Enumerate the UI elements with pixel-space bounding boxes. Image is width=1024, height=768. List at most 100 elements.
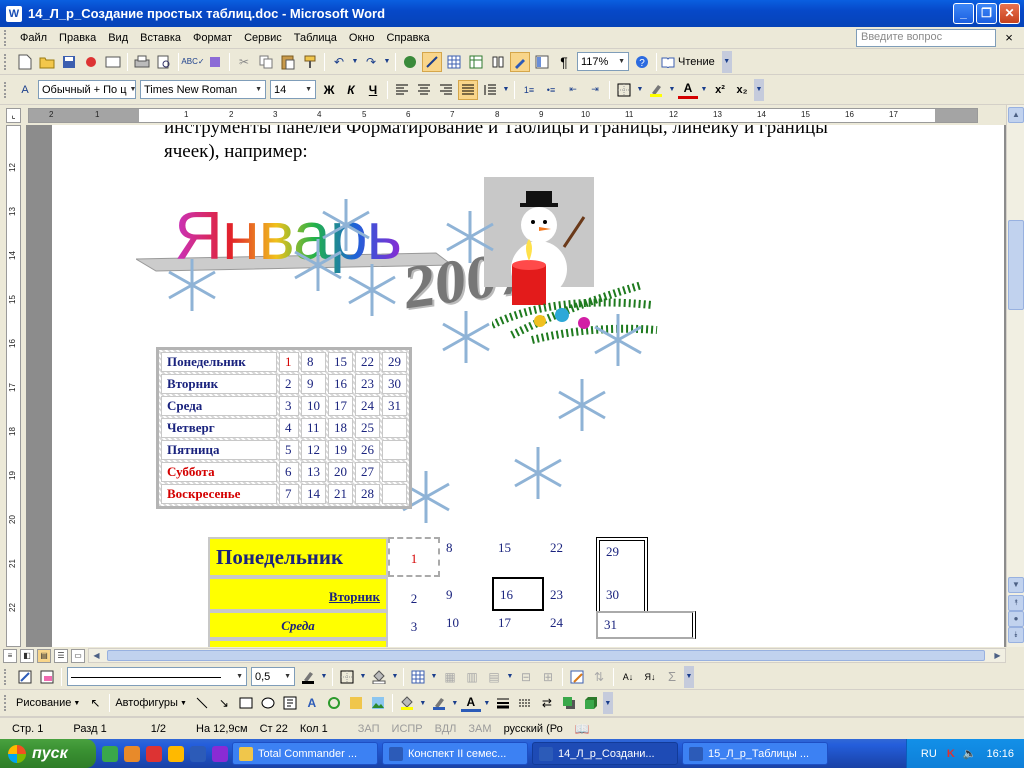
- task-tables-document[interactable]: 15_Л_р_Таблицы ...: [682, 742, 828, 765]
- styles-pane-icon[interactable]: A: [15, 80, 35, 100]
- scroll-thumb[interactable]: [107, 650, 985, 661]
- text-direction-icon[interactable]: ⇅: [589, 667, 609, 687]
- redo-dropdown-icon[interactable]: ▼: [383, 52, 391, 72]
- date-cell[interactable]: 17: [328, 396, 353, 416]
- open-folder-icon[interactable]: [37, 52, 57, 72]
- date-cell[interactable]: 30: [596, 577, 648, 611]
- align-right-icon[interactable]: [436, 80, 456, 100]
- sort-ascending-icon[interactable]: A↓: [618, 667, 638, 687]
- date-cell[interactable]: 5: [279, 440, 299, 460]
- day-cell[interactable]: [208, 639, 388, 647]
- borders-icon[interactable]: [337, 667, 357, 687]
- date-cell[interactable]: 23: [544, 577, 596, 611]
- line-style-icon[interactable]: [493, 693, 513, 713]
- insert-table-dropdown-icon[interactable]: ▼: [430, 667, 438, 687]
- scroll-thumb[interactable]: [1008, 220, 1024, 310]
- read-mode-icon[interactable]: [661, 52, 675, 72]
- print-layout-view-icon[interactable]: ▤: [37, 648, 51, 663]
- save-icon[interactable]: [59, 52, 79, 72]
- date-cell[interactable]: 20: [328, 462, 353, 482]
- ruler-strip[interactable]: 2 1 1 2 3 4 5 6 7 8 9 10 11 12 13 14 15 …: [28, 108, 978, 123]
- date-cell[interactable]: 12: [301, 440, 326, 460]
- date-cell[interactable]: 23: [355, 374, 380, 394]
- normal-view-icon[interactable]: ≡: [3, 648, 17, 663]
- day-cell[interactable]: Суббота: [161, 462, 277, 482]
- arrow-tool-icon[interactable]: ↘: [214, 693, 234, 713]
- day-cell[interactable]: Среда: [161, 396, 277, 416]
- undo-dropdown-icon[interactable]: ▼: [351, 52, 359, 72]
- bullets-icon[interactable]: •≡: [541, 80, 561, 100]
- date-cell[interactable]: 16: [492, 577, 544, 611]
- date-cell[interactable]: 25: [355, 418, 380, 438]
- restore-button[interactable]: ❐: [976, 3, 997, 24]
- line-tool-icon[interactable]: [192, 693, 212, 713]
- calendar-table-1[interactable]: Понедельник 1 8 15 22 29 Вторник 2 9 16 23 30 Сред…: [156, 347, 412, 509]
- date-cell[interactable]: 28: [355, 484, 380, 504]
- day-cell[interactable]: Четверг: [161, 418, 277, 438]
- date-cell[interactable]: 2: [388, 577, 440, 611]
- line-spacing-icon[interactable]: [480, 80, 500, 100]
- font-color-dropdown-icon[interactable]: ▼: [700, 80, 708, 100]
- scroll-left-icon[interactable]: ◀: [89, 649, 104, 662]
- italic-button[interactable]: К: [341, 80, 361, 100]
- quicklaunch-word-icon[interactable]: [190, 745, 206, 762]
- numbering-icon[interactable]: 1≡: [519, 80, 539, 100]
- status-rec[interactable]: ЗАП: [358, 723, 380, 735]
- date-cell[interactable]: 8: [440, 537, 492, 577]
- date-cell[interactable]: 3: [388, 611, 440, 639]
- date-cell[interactable]: 22: [544, 537, 596, 577]
- quicklaunch-app-icon[interactable]: [168, 745, 184, 762]
- align-cell-dropdown-icon[interactable]: ▼: [506, 667, 514, 687]
- language-indicator[interactable]: RU: [921, 748, 937, 760]
- browse-object-icon[interactable]: ●: [1008, 611, 1024, 627]
- oval-tool-icon[interactable]: [258, 693, 278, 713]
- research-icon[interactable]: [205, 52, 225, 72]
- date-cell[interactable]: 18: [328, 418, 353, 438]
- increase-indent-icon[interactable]: ⇥: [585, 80, 605, 100]
- subscript-icon[interactable]: x₂: [732, 80, 752, 100]
- arrow-style-icon[interactable]: ⇄: [537, 693, 557, 713]
- hyperlink-icon[interactable]: [400, 52, 420, 72]
- decrease-indent-icon[interactable]: ⇤: [563, 80, 583, 100]
- date-cell[interactable]: 16: [328, 374, 353, 394]
- previous-page-icon[interactable]: ⯭: [1008, 595, 1024, 611]
- underline-button[interactable]: Ч: [363, 80, 383, 100]
- status-ovr[interactable]: ЗАМ: [468, 723, 491, 735]
- line-weight-combo[interactable]: 0,5 ▼: [251, 667, 295, 686]
- undo-icon[interactable]: ↶: [329, 52, 349, 72]
- document-map-icon[interactable]: [532, 52, 552, 72]
- autosum-icon[interactable]: Σ: [662, 667, 682, 687]
- date-cell[interactable]: 6: [279, 462, 299, 482]
- date-cell[interactable]: 1: [279, 352, 299, 372]
- shading-dropdown-icon[interactable]: ▼: [391, 667, 399, 687]
- autoshapes-menu-button[interactable]: Автофигуры: [113, 693, 180, 713]
- border-color-icon[interactable]: [298, 667, 318, 687]
- align-cell-icon[interactable]: ▤: [484, 667, 504, 687]
- border-color-dropdown-icon[interactable]: ▼: [320, 667, 328, 687]
- format-painter-icon[interactable]: [300, 52, 320, 72]
- split-cells-icon[interactable]: ▥: [462, 667, 482, 687]
- date-cell[interactable]: [382, 418, 407, 438]
- copy-icon[interactable]: [256, 52, 276, 72]
- date-cell[interactable]: [382, 484, 407, 504]
- date-cell[interactable]: 8: [301, 352, 326, 372]
- menu-format[interactable]: Формат: [187, 28, 238, 48]
- menu-table[interactable]: Таблица: [288, 28, 343, 48]
- menu-edit[interactable]: Правка: [53, 28, 102, 48]
- distribute-rows-icon[interactable]: ⊟: [516, 667, 536, 687]
- quicklaunch-app2-icon[interactable]: [212, 745, 228, 762]
- speaker-icon[interactable]: 🔈: [963, 747, 977, 760]
- date-cell[interactable]: 27: [355, 462, 380, 482]
- menu-help[interactable]: Справка: [380, 28, 435, 48]
- date-cell[interactable]: 3: [279, 396, 299, 416]
- redo-icon[interactable]: ↷: [361, 52, 381, 72]
- date-cell[interactable]: 30: [382, 374, 407, 394]
- outside-border-icon[interactable]: [614, 80, 634, 100]
- date-cell[interactable]: 15: [492, 537, 544, 577]
- shading-icon[interactable]: [369, 667, 389, 687]
- ask-question-input[interactable]: Введите вопрос: [856, 28, 996, 47]
- cut-icon[interactable]: ✂: [234, 52, 254, 72]
- fill-color-icon[interactable]: [397, 693, 417, 713]
- snowman-clipart[interactable]: [484, 177, 594, 305]
- date-cell[interactable]: 19: [328, 440, 353, 460]
